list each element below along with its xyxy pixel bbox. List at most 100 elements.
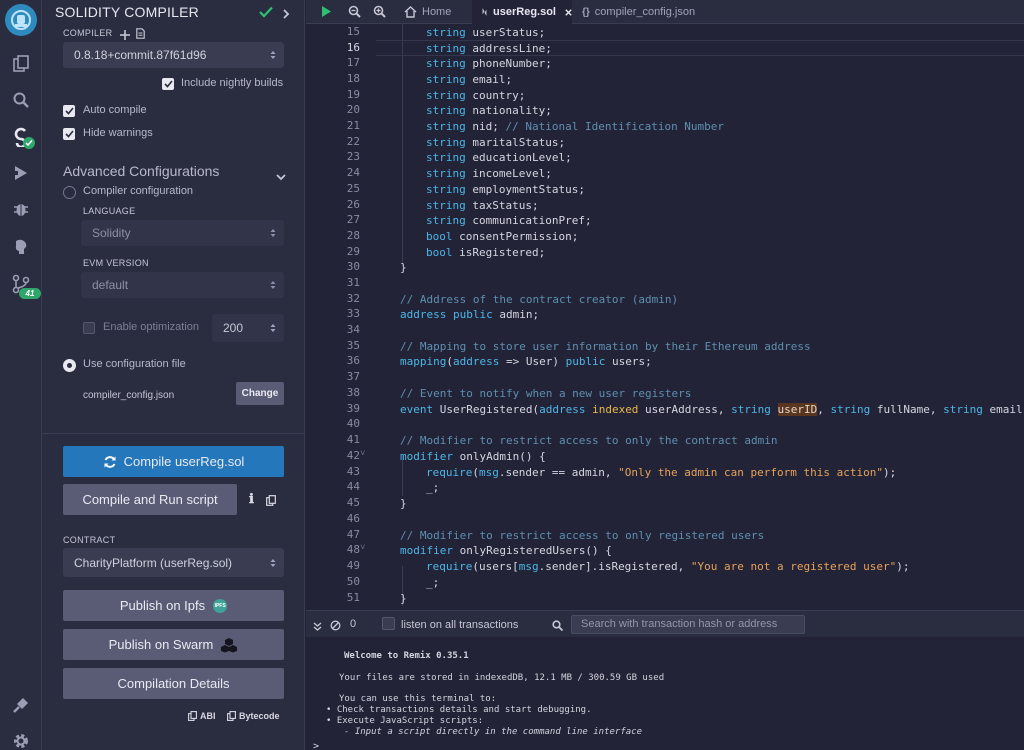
compiler-version-select[interactable]: 0.8.18+commit.87f61d96 bbox=[63, 42, 284, 68]
settings-gear-icon[interactable] bbox=[9, 729, 33, 750]
code-line-42: modifier onlyAdmin() { bbox=[400, 450, 546, 463]
compiler-configuration-label: Compiler configuration bbox=[83, 185, 194, 197]
code-line-35: // Mapping to store user information by … bbox=[400, 340, 811, 353]
listen-transactions-checkbox[interactable] bbox=[382, 617, 395, 630]
bytecode-copy-button[interactable]: Bytecode bbox=[227, 711, 280, 721]
zoom-in-icon[interactable] bbox=[373, 5, 386, 23]
code-editor[interactable]: 15 16 17 18 19 20 21 22 23 24 25 26 27 28 29 30 31 32 33 34… bbox=[306, 24, 1024, 610]
code-line-51: } bbox=[400, 592, 407, 605]
code-line-48: modifier onlyRegisteredUsers() { bbox=[400, 544, 612, 557]
abi-copy-button[interactable]: ABI bbox=[188, 711, 216, 721]
advanced-configurations-toggle[interactable]: Advanced Configurations bbox=[63, 163, 219, 179]
copy-icon[interactable] bbox=[266, 493, 276, 511]
code-line-44: _; bbox=[426, 481, 440, 494]
change-config-button[interactable]: Change bbox=[236, 382, 284, 405]
plugin-manager-icon[interactable] bbox=[9, 693, 33, 717]
clear-console-icon[interactable] bbox=[330, 618, 341, 636]
line-number: 15 bbox=[346, 25, 360, 38]
tab-compiler-config-json[interactable]: {} compiler_config.json bbox=[578, 0, 708, 24]
plugin-brain-icon[interactable] bbox=[9, 235, 33, 259]
compiler-configuration-radio[interactable] bbox=[63, 186, 76, 199]
terminal-bullet-2: • Execute JavaScript scripts: bbox=[326, 716, 484, 726]
hide-warnings-checkbox[interactable] bbox=[63, 128, 75, 140]
tab-config-label: compiler_config.json bbox=[594, 6, 696, 18]
code-line-30: } bbox=[400, 261, 407, 274]
optimization-runs-value: 200 bbox=[223, 321, 244, 335]
indent-guide bbox=[402, 24, 403, 264]
close-tab-icon[interactable] bbox=[565, 8, 572, 17]
tab-home[interactable]: Home bbox=[396, 0, 466, 24]
line-number: 41 bbox=[346, 433, 360, 446]
contract-label: CONTRACT bbox=[63, 535, 116, 545]
line-number-gutter: 15 16 17 18 19 20 21 22 23 24 25 26 27 28 29 30 31 32 33 34… bbox=[306, 24, 376, 610]
transaction-search-input[interactable]: Search with transaction hash or address bbox=[571, 615, 805, 634]
compiler-label: COMPILER bbox=[63, 28, 113, 38]
contract-select[interactable]: CharityPlatform (userReg.sol) bbox=[63, 548, 284, 577]
terminal-output[interactable]: Welcome to Remix 0.35.1 Your files are s… bbox=[306, 637, 1024, 750]
terminal-sub-bullet: - Input a script directly in the command… bbox=[344, 727, 643, 737]
abi-label: ABI bbox=[200, 711, 216, 721]
fold-chevron-icon[interactable]: ˅ bbox=[360, 543, 368, 553]
remix-logo-icon[interactable] bbox=[5, 4, 37, 36]
run-script-play-icon[interactable] bbox=[321, 5, 332, 23]
select-updown-icon bbox=[270, 281, 276, 289]
evm-version-select[interactable]: default bbox=[81, 272, 284, 298]
line-number: 31 bbox=[346, 276, 360, 289]
info-icon[interactable]: ℹ bbox=[249, 491, 254, 507]
line-number: 44 bbox=[346, 480, 360, 493]
code-line-33: address public admin; bbox=[400, 308, 540, 321]
compiled-success-icon bbox=[259, 5, 273, 23]
line-number: 46 bbox=[346, 512, 360, 525]
panel-divider bbox=[42, 433, 305, 434]
line-number: 18 bbox=[346, 72, 360, 85]
tab-userreg-sol[interactable]: userReg.sol bbox=[472, 0, 572, 24]
publish-swarm-label: Publish on Swarm bbox=[108, 637, 214, 652]
tab-userreg-label: userReg.sol bbox=[493, 6, 556, 18]
file-explorer-icon[interactable] bbox=[9, 52, 33, 76]
terminal-prompt[interactable]: > bbox=[313, 741, 319, 750]
line-number: 32 bbox=[346, 292, 360, 305]
compile-button[interactable]: Compile userReg.sol bbox=[63, 446, 284, 477]
include-nightly-checkbox[interactable] bbox=[162, 78, 174, 90]
fold-chevron-icon[interactable]: ˅ bbox=[360, 449, 368, 459]
deploy-run-icon[interactable] bbox=[9, 161, 33, 185]
use-configuration-file-radio[interactable] bbox=[63, 359, 76, 372]
collapse-panel-chevron-icon[interactable] bbox=[282, 6, 290, 24]
git-changes-badge: 41 bbox=[19, 288, 41, 299]
code-line-41: // Modifier to restrict access to only t… bbox=[400, 434, 778, 447]
zoom-out-icon[interactable] bbox=[348, 5, 361, 23]
stepper-icon bbox=[270, 324, 276, 332]
swarm-logo-icon bbox=[221, 637, 238, 652]
auto-compile-checkbox[interactable] bbox=[63, 105, 75, 117]
search-icon[interactable] bbox=[9, 88, 33, 112]
refresh-icon bbox=[104, 455, 116, 468]
code-line-50: _; bbox=[426, 576, 440, 589]
optimization-runs-input[interactable]: 200 bbox=[212, 314, 284, 342]
line-number: 24 bbox=[346, 166, 360, 179]
collapse-terminal-icon[interactable] bbox=[313, 619, 322, 637]
enable-optimization-checkbox[interactable] bbox=[83, 322, 95, 334]
bytecode-label: Bytecode bbox=[239, 711, 280, 721]
solidity-compiler-icon[interactable] bbox=[9, 125, 35, 149]
code-line-15: string userStatus; bbox=[426, 26, 546, 39]
terminal-bullet-1: • Check transactions details and start d… bbox=[326, 705, 592, 715]
evm-version-label: EVM VERSION bbox=[83, 258, 149, 268]
config-file-name: compiler_config.json bbox=[83, 390, 175, 401]
code-line-45: } bbox=[400, 497, 407, 510]
line-number: 48 bbox=[346, 543, 360, 556]
ipfs-logo-icon: IPFS bbox=[213, 598, 228, 613]
code-line-39: event UserRegistered(address indexed use… bbox=[400, 403, 1024, 416]
publish-ipfs-button[interactable]: Publish on Ipfs IPFS bbox=[63, 590, 284, 621]
compile-and-run-button[interactable]: Compile and Run script bbox=[63, 484, 237, 515]
publish-swarm-button[interactable]: Publish on Swarm bbox=[63, 629, 284, 660]
copy-icon bbox=[188, 711, 197, 721]
code-line-38: // Event to notify when a new user regis… bbox=[400, 387, 692, 400]
compilation-details-button[interactable]: Compilation Details bbox=[63, 668, 284, 699]
pending-tx-count: 0 bbox=[350, 618, 357, 630]
storage-line: Your files are stored in indexedDB, 12.1… bbox=[339, 673, 665, 683]
debugger-icon[interactable] bbox=[9, 197, 33, 221]
code-line-18: string email; bbox=[426, 73, 513, 86]
language-select[interactable]: Solidity bbox=[81, 220, 284, 246]
use-configuration-file-label: Use configuration file bbox=[83, 358, 186, 370]
chevron-down-icon[interactable] bbox=[276, 168, 286, 186]
